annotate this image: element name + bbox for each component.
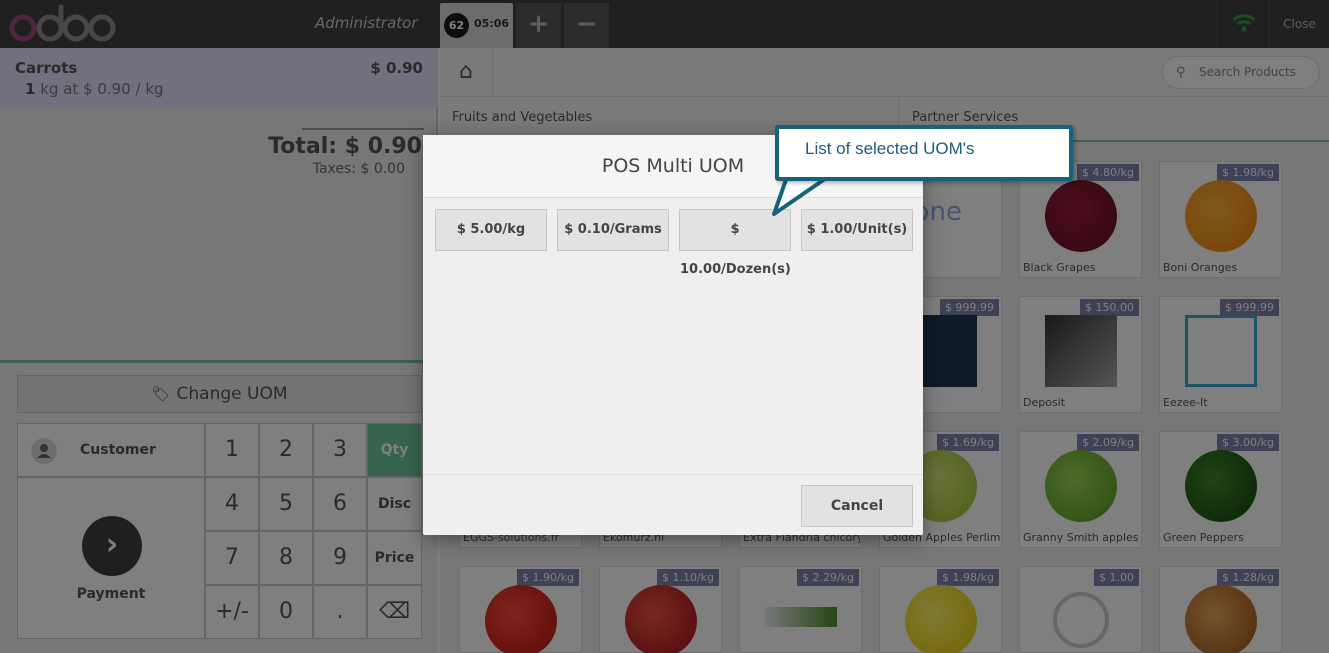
- cancel-button[interactable]: Cancel: [801, 485, 913, 527]
- annotation-callout: List of selected UOM's: [775, 125, 1073, 181]
- uom-option-grams[interactable]: $ 0.10/Grams: [557, 209, 669, 251]
- callout-text: List of selected UOM's: [805, 139, 975, 158]
- multi-uom-dialog: POS Multi UOM $ 5.00/kg $ 0.10/Grams $ 1…: [423, 135, 923, 535]
- uom-option-kg[interactable]: $ 5.00/kg: [435, 209, 547, 251]
- dialog-footer: Cancel: [423, 474, 923, 535]
